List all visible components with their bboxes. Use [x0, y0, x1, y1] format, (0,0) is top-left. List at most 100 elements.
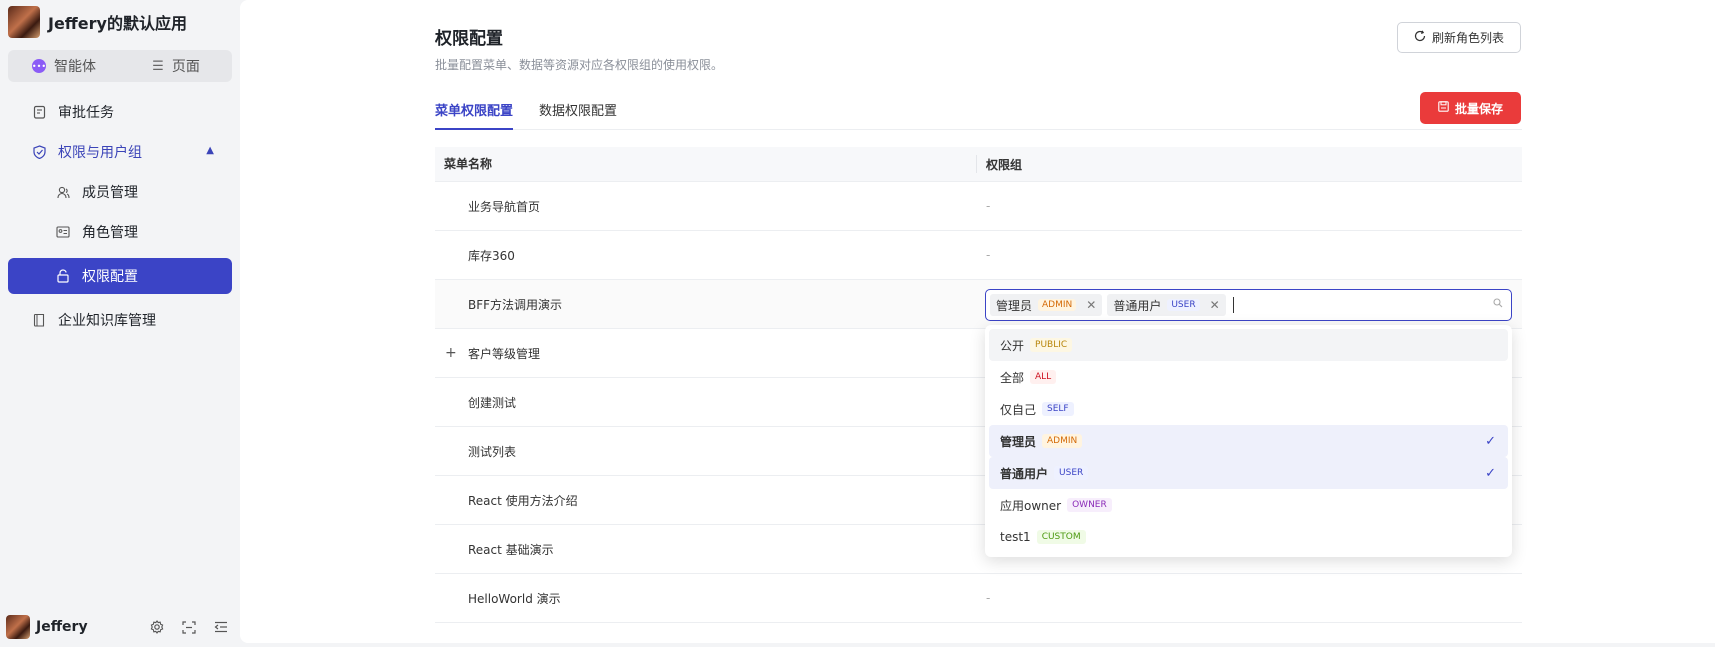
page-title: 权限配置 [435, 29, 503, 49]
batch-save-label: 批量保存 [1454, 101, 1503, 116]
option-code: OWNER [1067, 498, 1112, 512]
column-header-menu-name: 菜单名称 [435, 155, 977, 173]
permission-groups[interactable]: - [977, 248, 990, 262]
menu-name: 库存360 [468, 248, 515, 263]
mode-page[interactable]: ☰ 页面 [120, 50, 232, 82]
sidebar: Jeffery的默认应用 ••• 智能体 ☰ 页面 审批任务 权限与用户组 ▲ … [0, 0, 240, 647]
mode-switch: ••• 智能体 ☰ 页面 [8, 50, 232, 82]
mode-agent-label: 智能体 [54, 59, 96, 75]
column-header-groups: 权限组 [986, 157, 1023, 172]
remove-tag-icon[interactable]: ✕ [1210, 298, 1220, 312]
sidebar-item-label: 企业知识库管理 [58, 313, 156, 329]
refresh-roles-button[interactable]: 刷新角色列表 [1397, 22, 1521, 53]
table-row[interactable]: 业务导航首页 - [435, 182, 1522, 231]
lock-icon [56, 269, 70, 283]
option-custom[interactable]: test1 CUSTOM [989, 521, 1508, 553]
permission-group-select[interactable]: 管理员 ADMIN ✕ 普通用户 USER ✕ [985, 289, 1512, 321]
list-icon: ☰ [152, 58, 164, 74]
remove-tag-icon[interactable]: ✕ [1086, 298, 1096, 312]
option-self[interactable]: 仅自己 SELF [989, 393, 1508, 425]
permission-groups[interactable]: - [977, 591, 990, 605]
sidebar-item-label: 权限配置 [82, 269, 138, 285]
mode-page-label: 页面 [171, 59, 200, 75]
option-label: 普通用户 [1000, 466, 1049, 481]
tag-code: USER [1167, 299, 1200, 311]
sidebar-item-label: 权限与用户组 [58, 145, 142, 161]
menu-name: HelloWorld 演示 [468, 591, 561, 606]
sidebar-item-label: 角色管理 [82, 225, 138, 241]
sidebar-footer: Jeffery [6, 613, 234, 641]
tab-data-permissions[interactable]: 数据权限配置 [539, 100, 617, 130]
search-icon [1493, 298, 1503, 311]
option-code: ALL [1030, 370, 1057, 384]
permission-groups[interactable]: - [977, 199, 990, 213]
check-icon: ✓ [1485, 434, 1496, 449]
book-icon [32, 313, 46, 327]
chat-bubble-icon: ••• [32, 59, 46, 73]
menu-name: 业务导航首页 [468, 199, 541, 214]
app-header[interactable]: Jeffery的默认应用 [8, 6, 187, 38]
expand-plus-icon[interactable]: + [445, 345, 457, 361]
sidebar-item-roles[interactable]: 角色管理 [8, 214, 232, 250]
option-all[interactable]: 全部 ALL [989, 361, 1508, 393]
option-public[interactable]: 公开 PUBLIC [989, 329, 1508, 361]
batch-save-button[interactable]: 批量保存 [1420, 92, 1521, 124]
app-title: Jeffery的默认应用 [48, 14, 187, 33]
option-code: SELF [1042, 402, 1074, 416]
option-label: 公开 [1000, 338, 1025, 353]
sidebar-item-label: 审批任务 [58, 105, 114, 121]
option-owner[interactable]: 应用owner OWNER [989, 489, 1508, 521]
menu-name: 创建测试 [468, 395, 517, 410]
tag-label: 普通用户 [1113, 298, 1162, 313]
option-code: ADMIN [1042, 434, 1083, 448]
option-label: 管理员 [1000, 434, 1037, 449]
sidebar-item-permission-config[interactable]: 权限配置 [8, 258, 232, 294]
user-name: Jeffery [36, 619, 88, 635]
sidebar-item-label: 成员管理 [82, 185, 138, 201]
sidebar-item-members[interactable]: 成员管理 [8, 174, 232, 210]
option-code: CUSTOM [1036, 530, 1086, 544]
collapse-menu-icon[interactable] [212, 619, 230, 635]
shield-icon [32, 145, 46, 159]
table-header: 菜单名称 权限组 [435, 147, 1522, 182]
id-card-icon [56, 225, 70, 239]
menu-name-cell: + 客户等级管理 [435, 345, 977, 362]
menu-name: React 基础演示 [468, 542, 554, 557]
sidebar-item-permissions-group[interactable]: 权限与用户组 ▲ [8, 134, 232, 170]
permission-group-dropdown: 公开 PUBLIC 全部 ALL 仅自己 SELF 管理员 ADMIN ✓ 普通… [985, 325, 1512, 557]
option-code: PUBLIC [1030, 338, 1073, 352]
app-avatar [8, 6, 40, 38]
text-caret [1232, 297, 1234, 313]
option-label: 仅自己 [1000, 402, 1037, 417]
menu-name: 测试列表 [468, 444, 517, 459]
option-admin[interactable]: 管理员 ADMIN ✓ [989, 425, 1508, 457]
option-label: 全部 [1000, 370, 1025, 385]
user-avatar[interactable] [6, 615, 30, 639]
tag-code: ADMIN [1038, 299, 1077, 311]
clipboard-icon [32, 105, 46, 119]
selected-tag-user: 普通用户 USER ✕ [1107, 294, 1226, 316]
table-row[interactable]: HelloWorld 演示 - [435, 574, 1522, 623]
users-icon [56, 185, 70, 199]
sidebar-item-knowledge-base[interactable]: 企业知识库管理 [8, 302, 232, 338]
mode-agent[interactable]: ••• 智能体 [8, 50, 120, 82]
menu-name: BFF方法调用演示 [468, 297, 563, 312]
chevron-up-icon: ▲ [206, 145, 214, 156]
option-label: test1 [1000, 530, 1031, 544]
tabs: 菜单权限配置 数据权限配置 [435, 94, 1522, 130]
option-code: USER [1054, 466, 1089, 480]
selected-tag-admin: 管理员 ADMIN ✕ [990, 294, 1103, 316]
tab-menu-permissions[interactable]: 菜单权限配置 [435, 100, 514, 130]
sidebar-item-approval[interactable]: 审批任务 [8, 94, 232, 130]
check-icon: ✓ [1485, 466, 1496, 481]
save-icon [1438, 101, 1449, 115]
tag-label: 管理员 [996, 298, 1033, 313]
option-label: 应用owner [1000, 498, 1062, 513]
refresh-roles-label: 刷新角色列表 [1431, 31, 1504, 45]
table-row[interactable]: 库存360 - [435, 231, 1522, 280]
fullscreen-icon[interactable] [180, 619, 198, 635]
gear-icon[interactable] [148, 619, 166, 635]
option-user[interactable]: 普通用户 USER ✓ [989, 457, 1508, 489]
menu-name: 客户等级管理 [468, 346, 541, 361]
refresh-icon [1414, 30, 1426, 45]
